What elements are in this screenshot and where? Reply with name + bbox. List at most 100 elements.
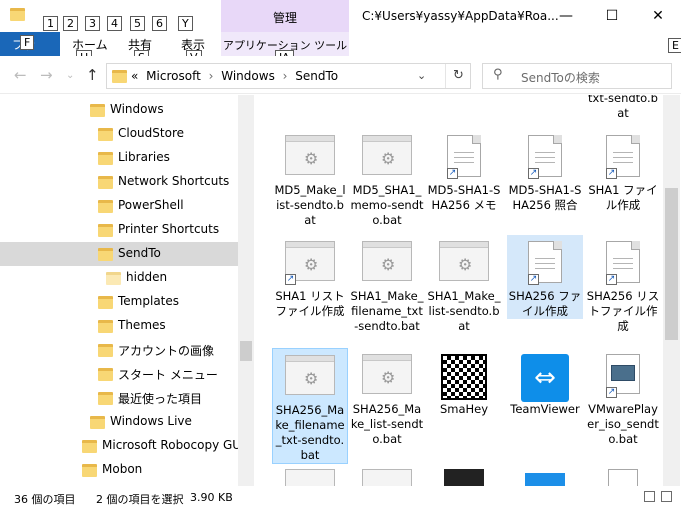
close-button[interactable]: ✕ — [635, 0, 681, 32]
file-name: SHA1 ファイル作成 — [588, 183, 658, 212]
tree-item[interactable]: Libraries — [0, 146, 238, 170]
file-name: SHA256 ファイル作成 — [508, 289, 582, 318]
chevron-down-icon[interactable]: ⌄ — [417, 69, 426, 82]
tree-item[interactable]: PowerShell — [0, 194, 238, 218]
folder-icon — [98, 296, 113, 309]
file-item[interactable]: ↗ SHA256 リストファイル作成 — [585, 235, 661, 334]
tree-item-label: hidden — [126, 270, 168, 284]
gear-icon: ⚙ — [458, 255, 473, 274]
breadcrumb-microsoft[interactable]: Microsoft — [146, 69, 201, 83]
file-name: SmaHey — [439, 402, 489, 416]
tree-item[interactable]: Themes — [0, 314, 238, 338]
details-view-icon[interactable] — [644, 491, 655, 502]
tree-item[interactable]: CloudStore — [0, 122, 238, 146]
tree-item[interactable]: Microsoft Robocopy GUI — [0, 434, 245, 458]
file-name: SHA256_Make_filename_txt-sendto.bat — [275, 403, 345, 462]
refresh-icon[interactable]: ↻ — [445, 64, 471, 88]
file-item[interactable]: ⚙ SHA256_Make_list-sendto.bat — [349, 348, 425, 447]
large-icons-view-icon[interactable] — [661, 491, 672, 502]
minimize-button[interactable]: — — [543, 0, 589, 32]
page-fold — [553, 135, 562, 144]
file-item[interactable]: ⚙ SHA1_Make_filename_txt-sendto.bat — [349, 235, 425, 334]
tree-item-label: アカウントの画像 — [118, 344, 215, 358]
up-arrow-icon[interactable]: ↑ — [86, 66, 99, 84]
tree-item[interactable]: Mobon — [0, 458, 238, 482]
page-fold — [472, 135, 481, 144]
tree-item[interactable]: SendTo — [0, 242, 238, 266]
maximize-button[interactable]: ☐ — [589, 0, 635, 32]
keytip-5: 5 — [130, 16, 145, 31]
keytip-4: 4 — [107, 16, 122, 31]
batch-file-icon: ⚙ — [285, 355, 335, 397]
file-item[interactable]: ⇔ TeamViewer — [507, 348, 583, 417]
keytip-6: 6 — [152, 16, 167, 31]
tree-item[interactable]: Templates — [0, 290, 238, 314]
file-item[interactable]: ↗ SHA256 ファイル作成 — [507, 235, 583, 319]
file-item-partial[interactable] — [444, 469, 484, 486]
window-thumbnail: ⚙ — [285, 135, 335, 175]
tree-item[interactable]: Windows Live — [0, 410, 238, 434]
shortcut-arrow-icon: ↗ — [606, 274, 617, 285]
file-item[interactable]: ↗ SHA1 ファイル作成 — [585, 129, 661, 213]
shortcut-arrow-icon: ↗ — [528, 274, 539, 285]
tree-item[interactable]: Network Shortcuts — [0, 170, 238, 194]
tree-item[interactable]: Printer Shortcuts — [0, 218, 238, 242]
document-shortcut-icon: ↗ — [598, 241, 648, 285]
file-item[interactable]: ⚙ MD5_Make_list-sendto.bat — [272, 129, 348, 228]
file-item[interactable]: ↗ MD5-SHA1-SHA256 照合 — [507, 129, 583, 213]
keytip-2: 2 — [63, 16, 78, 31]
folder-icon — [106, 272, 121, 285]
file-item[interactable]: ⚙ ↗ SHA1 リストファイル作成 — [272, 235, 348, 319]
search-input[interactable]: SendToの検索 — [521, 69, 600, 86]
file-item-partial[interactable] — [608, 469, 638, 486]
teamviewer-icon: ⇔ — [520, 354, 570, 402]
batch-file-icon: ⚙ ↗ — [285, 241, 335, 285]
text-line — [454, 152, 474, 153]
text-line — [535, 263, 555, 264]
tree-item[interactable]: アカウントの画像 — [0, 338, 238, 362]
explorer-window: 1 2 3 4 5 6 Y 管理 C:¥Users¥yassy¥AppData¥… — [0, 0, 681, 510]
file-name: txt-sendto.bat — [588, 95, 658, 120]
chevron-right-icon[interactable]: › — [283, 69, 288, 83]
batch-file-icon: ⚙ — [439, 241, 489, 283]
window-thumbnail: ⚙ — [439, 241, 489, 281]
file-item[interactable]: ⚙ MD5_SHA1_memo-sendto.bat — [349, 129, 425, 228]
content-scrollbar[interactable] — [663, 95, 680, 486]
gear-icon: ⚙ — [381, 255, 396, 274]
file-item[interactable]: SmaHey — [426, 348, 502, 417]
text-line — [535, 152, 555, 153]
file-item[interactable]: ⚙ SHA1_Make_list-sendto.bat — [426, 235, 502, 334]
file-item-partial[interactable] — [362, 469, 412, 486]
tree-item[interactable]: 最近使った項目 — [0, 386, 238, 410]
file-item-partial[interactable] — [285, 469, 335, 486]
tree-item[interactable]: スタート メニュー — [0, 362, 238, 386]
file-item[interactable]: txt-sendto.bat — [585, 95, 661, 121]
tree-item[interactable]: hidden — [0, 266, 238, 290]
search-box[interactable]: ⚲ SendToの検索 — [482, 63, 672, 89]
tree-item[interactable]: Windows — [0, 98, 238, 122]
chevron-right-icon[interactable]: › — [209, 69, 214, 83]
tree-item-label: CloudStore — [118, 126, 184, 140]
folder-icon — [98, 248, 113, 261]
text-line — [535, 157, 555, 158]
navigation-scrollbar[interactable] — [238, 95, 254, 486]
file-item-partial[interactable] — [525, 473, 565, 486]
breadcrumb-windows[interactable]: Windows — [221, 69, 275, 83]
folder-icon — [98, 320, 113, 333]
forward-arrow-icon[interactable]: → — [40, 66, 53, 84]
file-item[interactable]: ↗ VMwarePlayer_iso_sendto.bat — [585, 348, 661, 447]
context-tab-manage[interactable]: 管理 — [221, 0, 349, 32]
file-item[interactable]: ↗ MD5-SHA1-SHA256 メモ — [426, 129, 502, 213]
gear-icon: ⚙ — [304, 369, 319, 388]
breadcrumb-overflow[interactable]: « — [131, 69, 138, 83]
recent-dropdown-icon[interactable]: ⌄ — [66, 70, 74, 81]
navigation-scrollbar-thumb[interactable] — [240, 341, 252, 361]
content-scrollbar-thumb[interactable] — [665, 188, 678, 340]
gear-icon: ⚙ — [304, 255, 319, 274]
back-arrow-icon[interactable]: ← — [14, 66, 27, 84]
file-item[interactable]: ⚙ SHA256_Make_filename_txt-sendto.bat — [272, 348, 348, 464]
folder-icon — [98, 176, 113, 189]
text-line — [535, 268, 555, 269]
address-bar[interactable]: « Microsoft › Windows › SendTo ⌄ ↻ — [106, 63, 471, 89]
breadcrumb-sendto[interactable]: SendTo — [295, 69, 338, 83]
